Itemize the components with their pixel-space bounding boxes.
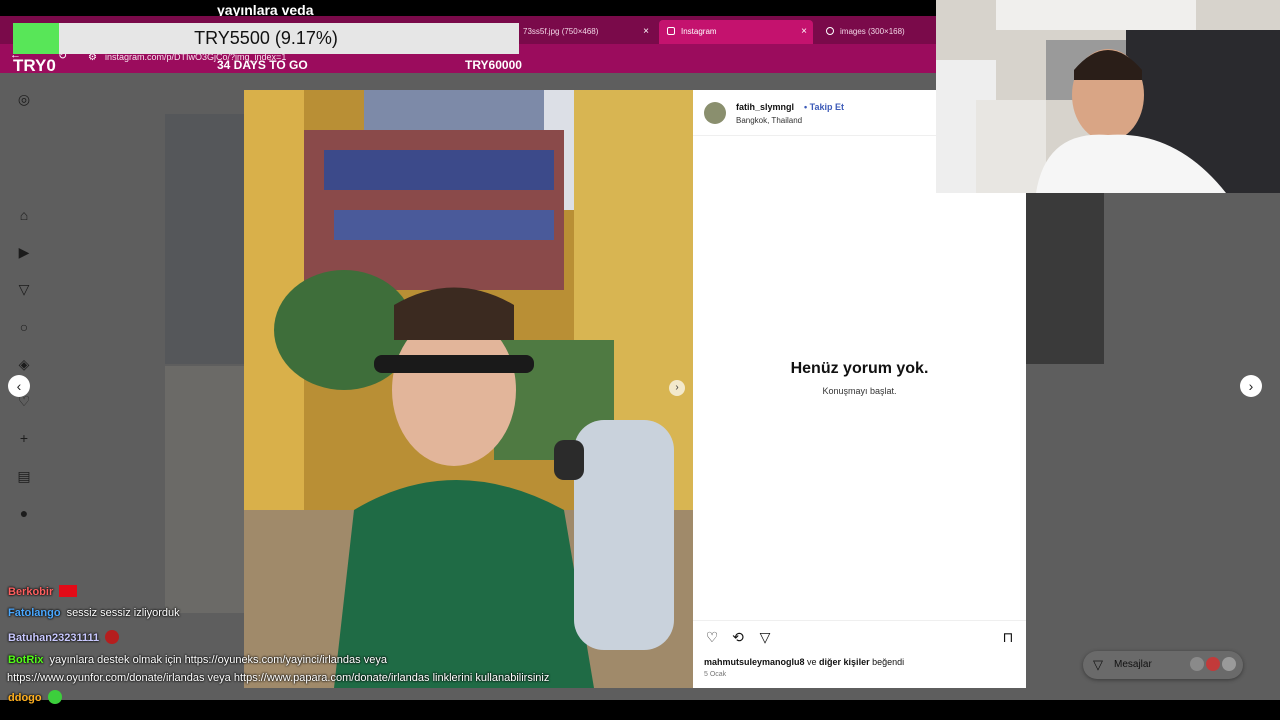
post-date: 5 Ocak — [704, 671, 727, 678]
chat-message: Berkobir — [8, 585, 78, 598]
avatar[interactable] — [704, 102, 726, 124]
likes-user[interactable]: mahmutsuleymanoglu8 — [704, 657, 805, 667]
dashboard-icon[interactable]: ▤ — [16, 468, 32, 484]
chat-text: sessiz sessiz izliyorduk — [66, 607, 180, 619]
emote-icon — [105, 630, 120, 644]
create-icon[interactable]: + — [16, 430, 32, 446]
chat-username: ddogo — [8, 692, 42, 704]
chat-username: BotRix — [8, 654, 44, 666]
tab-instagram[interactable]: Instagram × — [659, 20, 813, 44]
turkey-flag-icon — [59, 585, 78, 597]
tab-label: images (300×168) — [840, 27, 905, 36]
close-tab-icon[interactable]: × — [643, 20, 649, 44]
explore-icon[interactable]: ◈ — [16, 356, 32, 372]
send-icon: ▽ — [1093, 657, 1103, 672]
messages-button[interactable]: ▽ Mesajlar — [1083, 651, 1243, 679]
no-comments-title: Henüz yorum yok. — [790, 360, 929, 377]
no-comments-subtitle: Konuşmayı başlat. — [822, 386, 897, 396]
likes-others[interactable]: diğer kişiler — [819, 657, 870, 667]
tab-images[interactable]: images (300×168) — [818, 20, 936, 44]
grid-post-thumbnail[interactable] — [1026, 193, 1104, 364]
next-photo-button[interactable]: › — [669, 380, 685, 396]
send-icon[interactable]: ▽ — [16, 281, 32, 297]
chat-username: Berkobir — [8, 586, 54, 598]
goal-amount-label: TRY5500 (9.17%) — [194, 28, 338, 48]
profile-icon[interactable]: ● — [16, 505, 32, 521]
previous-post-button[interactable]: ‹ — [8, 375, 30, 397]
webcam-image — [936, 0, 1280, 193]
goal-max-label: TRY60000 — [465, 58, 522, 72]
post-actions: ♡ ⟲ ▽ ⊓ mahmutsuleymanoglu8 ve diğer kiş… — [693, 620, 1026, 688]
follow-label: Takip Et — [809, 102, 845, 112]
avatar — [1190, 657, 1204, 671]
search-icon[interactable]: ○ — [16, 319, 32, 335]
chat-username: Fatolango — [8, 607, 61, 619]
avatar — [1222, 657, 1236, 671]
messages-label: Mesajlar — [1114, 659, 1152, 670]
tab-label: 73ss5f.jpg (750×468) — [523, 27, 599, 36]
separator-dot: • — [804, 102, 808, 112]
reels-icon[interactable]: ▶ — [16, 244, 32, 260]
tab-73ss5f[interactable]: 73ss5f.jpg (750×468) × — [515, 20, 655, 44]
post-location[interactable]: Bangkok, Thailand — [736, 116, 802, 125]
home-icon[interactable]: ⌂ — [16, 207, 32, 223]
grid-post-thumbnail[interactable] — [165, 114, 245, 364]
chat-message: Fatolango sessiz sessiz izliyorduk — [8, 607, 180, 619]
chat-username: Batuhan23231111 — [8, 632, 100, 644]
likes-mid: ve — [804, 657, 820, 667]
emote-icon — [47, 690, 62, 704]
chat-message: ddogo — [8, 690, 62, 704]
post-photo — [244, 90, 693, 688]
follow-button[interactable]: • Takip Et — [804, 102, 844, 112]
chat-text: https://www.oyunfor.com/donate/irlandas … — [7, 672, 550, 684]
chat-text: yayınlara destek olmak için https://oyun… — [49, 654, 387, 666]
tab-label: Instagram — [681, 27, 717, 36]
goal-days-label: 34 DAYS TO GO — [217, 58, 308, 72]
likes-suffix: beğendi — [869, 657, 905, 667]
likes-summary[interactable]: mahmutsuleymanoglu8 ve diğer kişiler beğ… — [704, 657, 904, 667]
repost-icon[interactable]: ⟲ — [730, 629, 746, 645]
chat-message: BotRix yayınlara destek olmak için https:… — [8, 654, 387, 666]
grid-post-thumbnail[interactable] — [165, 366, 245, 613]
globe-icon — [826, 27, 834, 35]
chat-message: https://www.oyunfor.com/donate/irlandas … — [7, 672, 549, 684]
instagram-icon[interactable]: ◎ — [16, 91, 32, 107]
temple-photo-image — [244, 90, 693, 688]
close-tab-icon[interactable]: × — [801, 20, 807, 44]
post-author[interactable]: fatih_slymngl — [736, 102, 794, 112]
chat-message: Batuhan23231111 — [8, 630, 120, 644]
next-post-button[interactable]: › — [1240, 375, 1262, 397]
like-heart-icon[interactable]: ♡ — [704, 629, 720, 645]
share-send-icon[interactable]: ▽ — [757, 629, 773, 645]
webcam-feed — [936, 0, 1280, 193]
screen: yayınlara veda 73ss5f.jpg (750×468) × In… — [0, 0, 1280, 720]
instagram-tab-icon — [667, 27, 675, 35]
avatar — [1206, 657, 1220, 671]
donation-goal-bar: TRY5500 (9.17%) — [13, 23, 519, 54]
bookmark-icon[interactable]: ⊓ — [1000, 629, 1016, 645]
